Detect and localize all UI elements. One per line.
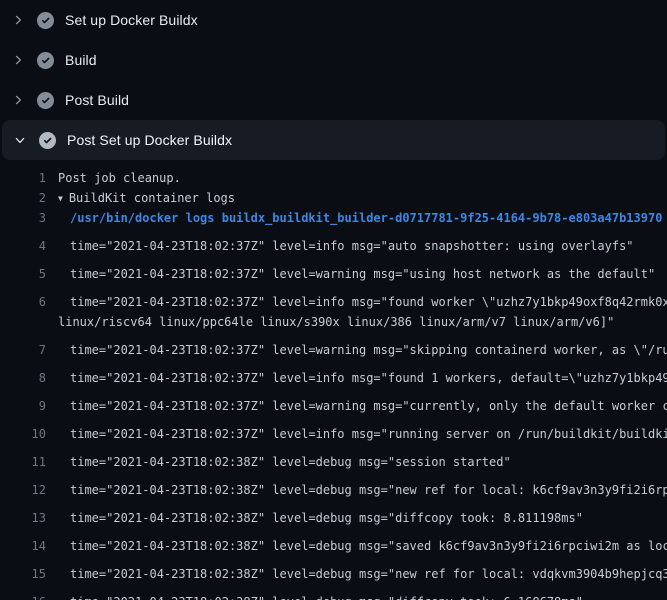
log-line-number[interactable]: 10 bbox=[0, 424, 46, 444]
steps-list: Set up Docker Buildx Build Post Build Post … bbox=[0, 0, 667, 160]
log-line-text: time="2021-04-23T18:02:37Z" level=warnin… bbox=[70, 264, 655, 284]
log-line-text: linux/riscv64 linux/ppc64le linux/s390x … bbox=[58, 312, 614, 332]
log-line: 2 ▼ BuildKit container logs bbox=[0, 188, 667, 208]
log-line-number[interactable]: 5 bbox=[0, 264, 46, 284]
log-line-text: time="2021-04-23T18:02:38Z" level=debug … bbox=[70, 592, 583, 600]
log-line-text: time="2021-04-23T18:02:37Z" level=info m… bbox=[70, 236, 634, 256]
log-group-title: BuildKit container logs bbox=[69, 191, 235, 205]
step-row[interactable]: Set up Docker Buildx bbox=[0, 0, 667, 40]
log-line-number[interactable]: 2 bbox=[0, 188, 46, 208]
step-row[interactable]: Post Set up Docker Buildx bbox=[2, 120, 665, 160]
step-label: Set up Docker Buildx bbox=[65, 12, 198, 28]
log-line-text: time="2021-04-23T18:02:38Z" level=debug … bbox=[70, 508, 583, 528]
chevron-right-icon bbox=[12, 12, 24, 28]
actions-log-viewer: Set up Docker Buildx Build Post Build Post … bbox=[0, 0, 667, 600]
log-panel: 1 Post job cleanup. 2 ▼ BuildKit container l… bbox=[0, 160, 667, 600]
log-line-number[interactable]: 15 bbox=[0, 564, 46, 584]
log-line-text: time="2021-04-23T18:02:38Z" level=debug … bbox=[70, 452, 511, 472]
step-label: Build bbox=[65, 52, 97, 68]
log-line: 6 time="2021-04-23T18:02:37Z" level=info … bbox=[0, 284, 667, 312]
chevron-right-icon bbox=[12, 92, 24, 108]
log-line-text: time="2021-04-23T18:02:37Z" level=warnin… bbox=[70, 396, 667, 416]
log-line-number[interactable]: 6 bbox=[0, 292, 46, 312]
log-line: 9 time="2021-04-23T18:02:37Z" level=warni… bbox=[0, 388, 667, 416]
log-line: 11 time="2021-04-23T18:02:38Z" level=debu… bbox=[0, 444, 667, 472]
log-line-text: time="2021-04-23T18:02:37Z" level=warnin… bbox=[70, 340, 667, 360]
log-line-number[interactable]: 11 bbox=[0, 452, 46, 472]
log-line-text: time="2021-04-23T18:02:37Z" level=info m… bbox=[70, 292, 667, 312]
log-line-number[interactable]: 12 bbox=[0, 480, 46, 500]
log-command-text: /usr/bin/docker logs buildx_buildkit_bui… bbox=[70, 208, 662, 228]
log-line: 1 Post job cleanup. bbox=[0, 168, 667, 188]
log-line-text: time="2021-04-23T18:02:37Z" level=info m… bbox=[70, 368, 667, 388]
log-line-number[interactable]: 9 bbox=[0, 396, 46, 416]
log-line-number[interactable]: 1 bbox=[0, 168, 46, 188]
log-line: 4 time="2021-04-23T18:02:37Z" level=info … bbox=[0, 228, 667, 256]
log-line: 8 time="2021-04-23T18:02:37Z" level=info … bbox=[0, 360, 667, 388]
log-line: 13 time="2021-04-23T18:02:38Z" level=debu… bbox=[0, 500, 667, 528]
check-circle-icon bbox=[37, 52, 54, 69]
log-line-number[interactable]: 4 bbox=[0, 236, 46, 256]
log-line-text: time="2021-04-23T18:02:38Z" level=debug … bbox=[70, 564, 667, 584]
step-row[interactable]: Post Build bbox=[0, 80, 667, 120]
log-line-text: time="2021-04-23T18:02:38Z" level=debug … bbox=[70, 536, 667, 556]
check-circle-icon bbox=[39, 132, 56, 149]
log-line-number bbox=[0, 312, 46, 332]
log-line: 10 time="2021-04-23T18:02:37Z" level=info… bbox=[0, 416, 667, 444]
log-line-number[interactable]: 3 bbox=[0, 208, 46, 228]
step-row[interactable]: Build bbox=[0, 40, 667, 80]
log-line: 5 time="2021-04-23T18:02:37Z" level=warni… bbox=[0, 256, 667, 284]
log-line-number[interactable]: 14 bbox=[0, 536, 46, 556]
log-line-number[interactable]: 13 bbox=[0, 508, 46, 528]
log-line-number[interactable]: 7 bbox=[0, 340, 46, 360]
check-circle-icon bbox=[37, 12, 54, 29]
check-circle-icon bbox=[37, 92, 54, 109]
log-line: 15 time="2021-04-23T18:02:38Z" level=debu… bbox=[0, 556, 667, 584]
log-line: linux/riscv64 linux/ppc64le linux/s390x … bbox=[0, 312, 667, 332]
step-label: Post Set up Docker Buildx bbox=[67, 132, 232, 148]
log-line: 12 time="2021-04-23T18:02:38Z" level=debu… bbox=[0, 472, 667, 500]
log-line-number[interactable]: 8 bbox=[0, 368, 46, 388]
log-line-text: time="2021-04-23T18:02:38Z" level=debug … bbox=[70, 480, 667, 500]
log-line: 7 time="2021-04-23T18:02:37Z" level=warni… bbox=[0, 332, 667, 360]
chevron-right-icon bbox=[12, 52, 24, 68]
chevron-down-icon bbox=[14, 132, 26, 148]
step-label: Post Build bbox=[65, 92, 129, 108]
log-line: 3/usr/bin/docker logs buildx_buildkit_bu… bbox=[0, 208, 667, 228]
triangle-down-icon: ▼ bbox=[58, 189, 63, 208]
log-line: 14 time="2021-04-23T18:02:38Z" level=debu… bbox=[0, 528, 667, 556]
log-group-toggle[interactable]: ▼ BuildKit container logs bbox=[58, 188, 235, 208]
log-line: 16 time="2021-04-23T18:02:38Z" level=debu… bbox=[0, 584, 667, 600]
log-line-text: time="2021-04-23T18:02:37Z" level=info m… bbox=[70, 424, 667, 444]
log-line-number[interactable]: 16 bbox=[0, 592, 46, 600]
log-line-text: Post job cleanup. bbox=[58, 168, 181, 188]
